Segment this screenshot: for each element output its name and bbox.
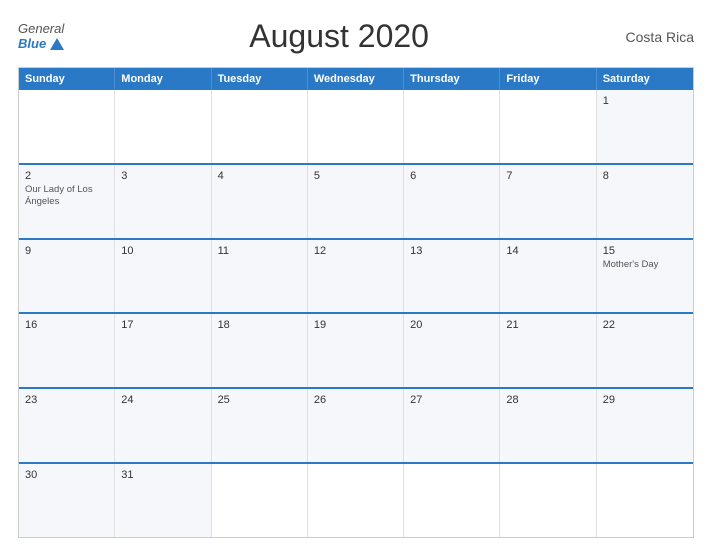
logo: General Blue	[18, 22, 64, 51]
calendar-cell: 29	[597, 389, 693, 462]
calendar-row-2: 9 10 11 12 13 14 15 Mother's Day	[19, 238, 693, 313]
day-number: 28	[506, 394, 589, 406]
day-number: 5	[314, 170, 397, 182]
calendar-cell: 18	[212, 314, 308, 387]
calendar-cell: 28	[500, 389, 596, 462]
calendar-cell: 17	[115, 314, 211, 387]
day-number: 27	[410, 394, 493, 406]
day-number: 10	[121, 245, 204, 257]
logo-blue-text: Blue	[18, 37, 64, 51]
day-number: 8	[603, 170, 687, 182]
calendar-row-1: 2 Our Lady of Los Ángeles 3 4 5 6 7 8	[19, 163, 693, 238]
calendar-cell	[308, 464, 404, 537]
day-number: 9	[25, 245, 108, 257]
calendar-cell	[19, 90, 115, 163]
calendar-cell: 10	[115, 240, 211, 313]
calendar-cell: 20	[404, 314, 500, 387]
day-number: 14	[506, 245, 589, 257]
calendar-cell: 2 Our Lady of Los Ángeles	[19, 165, 115, 238]
day-number: 18	[218, 319, 301, 331]
calendar-row-0: 1	[19, 90, 693, 163]
day-number: 24	[121, 394, 204, 406]
day-number: 7	[506, 170, 589, 182]
calendar-row-4: 23 24 25 26 27 28 29	[19, 387, 693, 462]
header-day-wednesday: Wednesday	[308, 68, 404, 90]
day-number: 16	[25, 319, 108, 331]
calendar-page: General Blue August 2020 Costa Rica Sund…	[0, 0, 712, 550]
day-number: 4	[218, 170, 301, 182]
calendar-cell: 16	[19, 314, 115, 387]
day-event: Mother's Day	[603, 259, 687, 271]
calendar-cell: 13	[404, 240, 500, 313]
day-number: 20	[410, 319, 493, 331]
calendar-header-row: SundayMondayTuesdayWednesdayThursdayFrid…	[19, 68, 693, 90]
day-number: 22	[603, 319, 687, 331]
calendar-cell: 7	[500, 165, 596, 238]
calendar-cell	[308, 90, 404, 163]
calendar-cell	[404, 90, 500, 163]
header-day-monday: Monday	[115, 68, 211, 90]
calendar-cell	[404, 464, 500, 537]
day-number: 11	[218, 245, 301, 257]
calendar-cell: 24	[115, 389, 211, 462]
calendar-row-5: 30 31	[19, 462, 693, 537]
calendar-cell	[500, 464, 596, 537]
calendar-cell	[212, 464, 308, 537]
day-number: 31	[121, 469, 204, 481]
day-number: 30	[25, 469, 108, 481]
header-day-sunday: Sunday	[19, 68, 115, 90]
day-number: 13	[410, 245, 493, 257]
day-number: 23	[25, 394, 108, 406]
day-number: 21	[506, 319, 589, 331]
logo-general-text: General	[18, 22, 64, 36]
calendar-cell	[115, 90, 211, 163]
day-number: 6	[410, 170, 493, 182]
month-title: August 2020	[64, 18, 614, 55]
day-number: 29	[603, 394, 687, 406]
calendar-grid: SundayMondayTuesdayWednesdayThursdayFrid…	[18, 67, 694, 538]
calendar-body: 12Our Lady of Los Ángeles345678910111213…	[19, 90, 693, 537]
calendar-cell: 1	[597, 90, 693, 163]
day-number: 2	[25, 170, 108, 182]
day-number: 26	[314, 394, 397, 406]
calendar-cell: 19	[308, 314, 404, 387]
country-label: Costa Rica	[614, 29, 694, 45]
calendar-cell: 15 Mother's Day	[597, 240, 693, 313]
calendar-cell: 12	[308, 240, 404, 313]
calendar-cell: 3	[115, 165, 211, 238]
day-number: 19	[314, 319, 397, 331]
header-day-saturday: Saturday	[597, 68, 693, 90]
calendar-cell: 26	[308, 389, 404, 462]
calendar-cell	[212, 90, 308, 163]
calendar-cell: 23	[19, 389, 115, 462]
header-day-tuesday: Tuesday	[212, 68, 308, 90]
day-number: 17	[121, 319, 204, 331]
calendar-cell	[500, 90, 596, 163]
calendar-cell: 30	[19, 464, 115, 537]
calendar-cell: 25	[212, 389, 308, 462]
calendar-cell	[597, 464, 693, 537]
calendar-cell: 31	[115, 464, 211, 537]
day-number: 1	[603, 95, 687, 107]
calendar-cell: 14	[500, 240, 596, 313]
calendar-cell: 27	[404, 389, 500, 462]
header-day-thursday: Thursday	[404, 68, 500, 90]
calendar-cell: 5	[308, 165, 404, 238]
calendar-cell: 9	[19, 240, 115, 313]
calendar-cell: 11	[212, 240, 308, 313]
header-day-friday: Friday	[500, 68, 596, 90]
calendar-cell: 4	[212, 165, 308, 238]
day-number: 25	[218, 394, 301, 406]
calendar-cell: 22	[597, 314, 693, 387]
calendar-cell: 21	[500, 314, 596, 387]
day-number: 3	[121, 170, 204, 182]
calendar-row-3: 16 17 18 19 20 21 22	[19, 312, 693, 387]
logo-triangle-icon	[50, 38, 64, 50]
day-event: Our Lady of Los Ángeles	[25, 184, 108, 209]
calendar-cell: 8	[597, 165, 693, 238]
day-number: 12	[314, 245, 397, 257]
day-number: 15	[603, 245, 687, 257]
calendar-cell: 6	[404, 165, 500, 238]
header: General Blue August 2020 Costa Rica	[18, 18, 694, 55]
